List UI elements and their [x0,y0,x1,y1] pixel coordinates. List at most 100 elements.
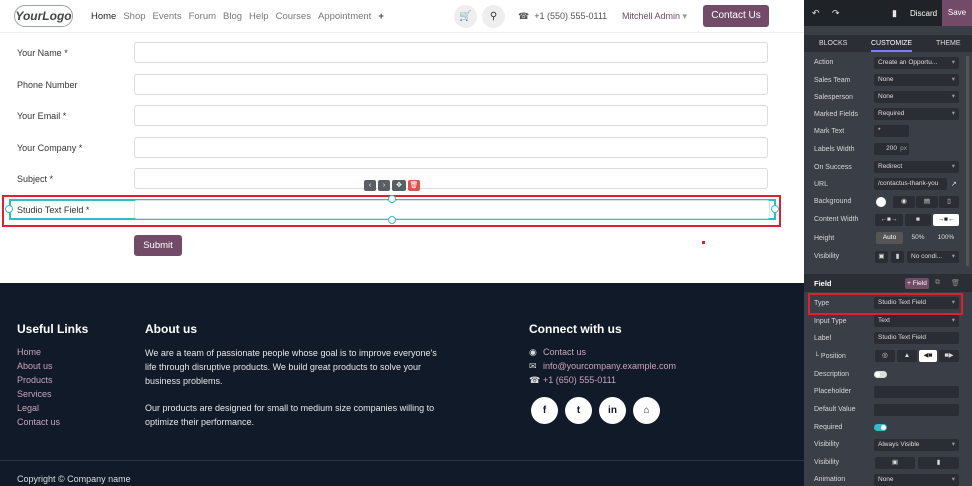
your-company-input[interactable] [134,137,768,158]
connect-title: Connect with us [529,322,622,336]
resize-handle-left[interactable] [5,205,13,213]
save-button[interactable]: Save [942,0,972,26]
site-logo[interactable]: YourLogo [14,5,73,27]
linkedin-icon[interactable]: in [599,397,626,424]
desktop-icon[interactable]: ▣ [875,457,915,469]
nav-courses[interactable]: Courses [276,11,311,22]
nav-help[interactable]: Help [249,11,269,22]
nav-blog[interactable]: Blog [223,11,242,22]
studio-text-field-input[interactable] [134,200,770,219]
nav-home[interactable]: Home [91,11,116,22]
position-top-icon[interactable]: ▲ [897,350,917,362]
description-toggle[interactable] [874,371,887,378]
submit-button[interactable]: Submit [134,235,182,256]
about-line: life through disruptive products. We bui… [145,362,421,372]
move-left-icon[interactable]: ‹ [364,180,376,191]
shape-icon[interactable]: ▯ [939,196,959,208]
trash-icon[interactable]: 🗑 [951,279,960,287]
nav-events[interactable]: Events [153,11,182,22]
labels-width-input[interactable]: 200 px [874,143,909,155]
resize-handle-right[interactable] [771,205,779,213]
search-icon[interactable]: ⚲ [482,5,505,28]
width-full-icon[interactable]: ←■→ [875,214,903,226]
animation-select[interactable]: None ▾ [874,474,959,486]
contact-us-button[interactable]: Contact Us [703,5,769,27]
discard-button[interactable]: Discard [910,9,937,18]
height-50[interactable]: 50% [905,232,931,244]
mobile-icon[interactable]: ▮ [918,457,959,469]
marked-fields-select[interactable]: Required ▾ [874,108,959,120]
chevron-down-icon: ▾ [951,110,955,117]
label-input[interactable]: Studio Text Field [874,332,959,344]
tab-theme[interactable]: THEME [936,40,961,47]
position-hidden-icon[interactable]: ◎ [875,350,895,362]
phone-number-input[interactable] [134,74,768,95]
label-subject: Subject * [17,174,53,184]
image-icon[interactable]: ◉ [893,196,915,208]
required-toggle[interactable] [874,424,887,431]
nav-appointment[interactable]: Appointment [318,11,371,22]
about-line: optimize their performance. [145,417,255,427]
width-medium-icon[interactable]: ■ [905,214,931,226]
field-visibility-select[interactable]: Always Visible ▾ [874,439,959,451]
add-menu-item-icon[interactable]: + [378,11,384,22]
footer-link-services[interactable]: Services [17,389,52,399]
home-icon[interactable]: ⌂ [633,397,660,424]
tab-blocks[interactable]: BLOCKS [819,40,847,47]
add-field-button[interactable]: + Field [905,278,929,289]
input-type-select[interactable]: Text ▾ [874,315,959,327]
position-left-icon[interactable]: ◀■ [919,350,937,362]
type-select[interactable]: Studio Text Field ▾ [874,297,959,309]
drag-move-icon[interactable]: ✥ [392,180,406,191]
footer-link-contact[interactable]: Contact us [17,417,60,427]
email-link[interactable]: ✉ info@yourcompany.example.com [529,361,676,372]
video-icon[interactable]: ▤ [916,196,938,208]
phone-link[interactable]: ☎ +1 (650) 555-0111 [529,375,616,386]
nav-forum[interactable]: Forum [189,11,216,22]
mobile-icon[interactable]: ▮ [891,251,904,263]
panel-scrollbar[interactable] [966,56,969,266]
contact-us-link[interactable]: ◉ Contact us [529,347,586,358]
move-right-icon[interactable]: › [378,180,390,191]
tab-customize[interactable]: CUSTOMIZE [871,40,913,52]
twitter-icon[interactable]: t [565,397,592,424]
undo-icon[interactable]: ↶ [812,8,820,19]
height-100[interactable]: 100% [933,232,959,244]
placeholder-label: Placeholder [814,388,851,395]
resize-handle-top[interactable] [388,195,396,203]
visibility-select[interactable]: No condi... ▾ [907,251,959,263]
width-small-icon[interactable]: →■← [933,214,959,226]
color-swatch[interactable] [876,197,886,207]
delete-icon[interactable]: 🗑 [408,180,420,191]
cart-icon[interactable]: 🛒 [454,5,477,28]
footer-link-products[interactable]: Products [17,375,53,385]
nav-shop[interactable]: Shop [123,11,145,22]
height-auto[interactable]: Auto [876,232,903,244]
redo-icon[interactable]: ↷ [832,8,840,19]
your-name-input[interactable] [134,42,768,63]
footer-link-legal[interactable]: Legal [17,403,39,413]
header-phone[interactable]: ☎ +1 (550) 555-0111 [518,11,607,22]
footer-link-about[interactable]: About us [17,361,53,371]
on-success-select[interactable]: Redirect ▾ [874,161,959,173]
action-select[interactable]: Create an Opportu... ▾ [874,57,959,69]
user-menu[interactable]: Mitchell Admin ▾ [622,11,687,22]
default-value-input[interactable] [874,404,959,416]
mark-text-input[interactable]: * [874,125,909,137]
resize-handle-bottom[interactable] [388,216,396,224]
salesperson-select[interactable]: None ▾ [874,91,959,103]
duplicate-icon[interactable]: ⧉ [935,279,940,287]
sales-team-select[interactable]: None ▾ [874,74,959,86]
desktop-icon[interactable]: ▣ [875,251,888,263]
your-email-input[interactable] [134,105,768,126]
about-line: We are a team of passionate people whose… [145,348,437,358]
placeholder-input[interactable] [874,386,959,398]
footer-link-home[interactable]: Home [17,347,41,357]
url-input[interactable]: /contactus-thank-you [874,178,947,190]
facebook-icon[interactable]: f [531,397,558,424]
required-mark: * [62,111,67,121]
mobile-preview-icon[interactable]: ▮ [892,8,897,19]
external-link-icon[interactable]: ↗ [951,180,957,188]
subject-input[interactable] [134,168,768,189]
position-right-icon[interactable]: ■▶ [939,350,959,362]
